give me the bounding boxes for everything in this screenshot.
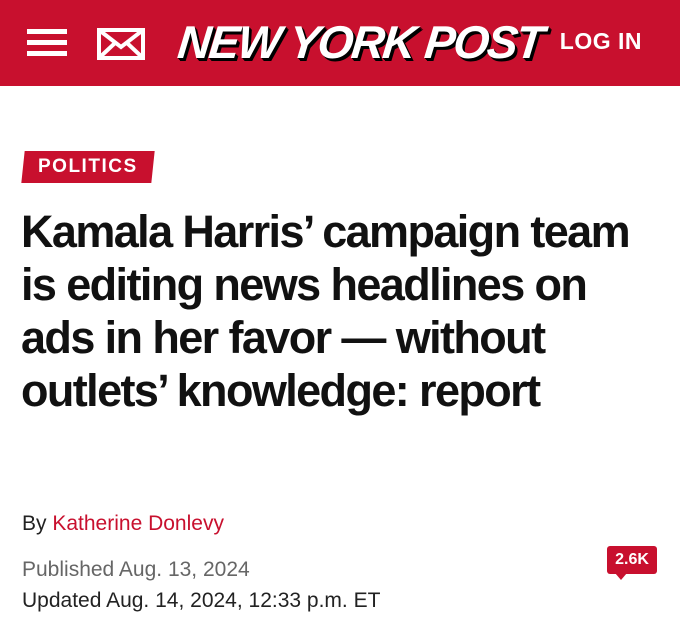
comment-count: 2.6K xyxy=(615,551,649,568)
envelope-icon[interactable] xyxy=(96,27,146,61)
site-logo[interactable]: NEW YORK POST xyxy=(175,12,546,72)
updated-date: Updated Aug. 14, 2024, 12:33 p.m. ET xyxy=(22,589,381,612)
comments-badge[interactable]: 2.6K xyxy=(607,546,657,580)
login-button[interactable]: LOG IN xyxy=(560,28,642,55)
published-date: Published Aug. 13, 2024 xyxy=(22,558,250,581)
author-link[interactable]: Katherine Donlevy xyxy=(52,512,224,535)
section-tag[interactable]: POLITICS xyxy=(21,151,155,183)
byline-prefix: By xyxy=(22,512,47,535)
byline: By Katherine Donlevy xyxy=(22,512,224,536)
site-header: NEW YORK POST LOG IN xyxy=(0,0,680,86)
hamburger-menu-icon[interactable] xyxy=(27,23,67,61)
section-tag-label: POLITICS xyxy=(38,156,138,177)
article-headline: Kamala Harris’ campaign team is editing … xyxy=(21,206,631,416)
